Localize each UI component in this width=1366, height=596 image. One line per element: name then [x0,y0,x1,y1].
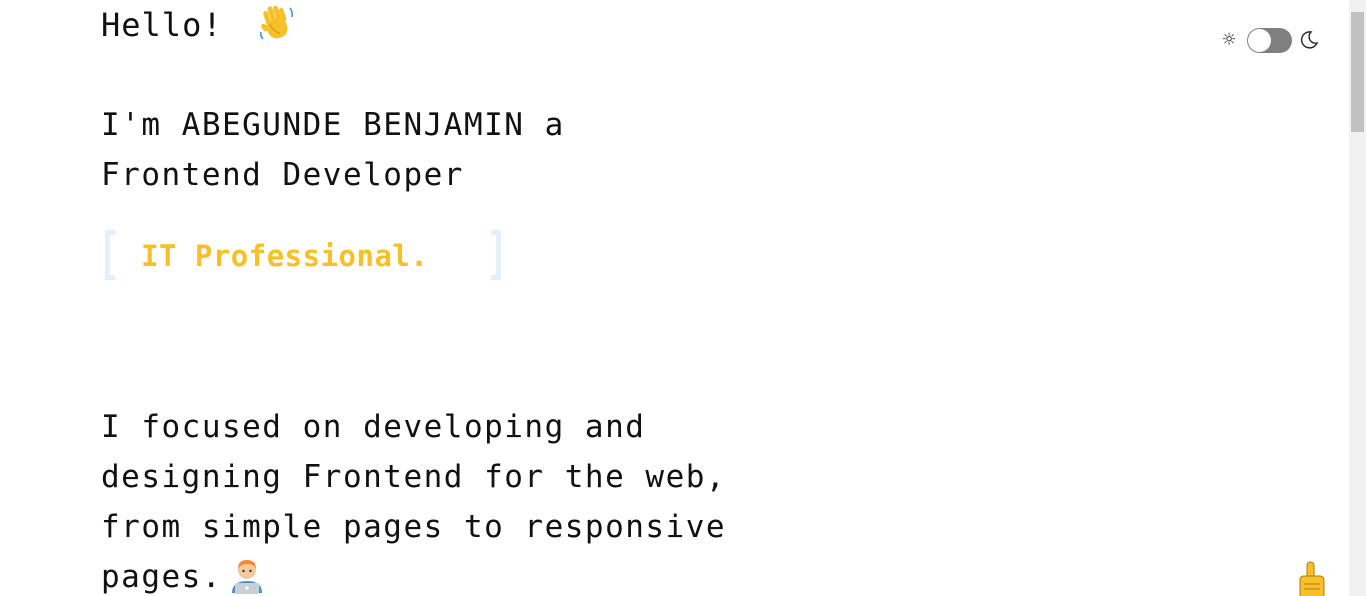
description-text: I focused on developing and designing Fr… [101,402,801,596]
greeting-text: Hello! [101,6,223,44]
waving-hand-icon [259,5,293,40]
typed-role-text: IT Professional. [141,239,429,273]
moon-icon [1300,31,1319,49]
right-bracket [491,230,501,280]
sun-icon: ☼ [1221,30,1237,50]
switch-knob [1248,28,1271,52]
theme-toggle[interactable]: ☼ [1219,27,1319,53]
theme-switch[interactable] [1247,27,1292,53]
typed-role-box: IT Professional. [105,230,501,282]
technologist-icon [231,560,262,594]
left-bracket [105,230,115,280]
pointing-up-icon[interactable] [1290,558,1334,596]
description-body: I focused on developing and designing Fr… [101,409,727,595]
greeting-heading: Hello! [101,2,297,47]
intro-text: I'm ABEGUNDE BENJAMIN a Frontend Develop… [101,107,565,193]
page-scrollbar[interactable] [1349,0,1366,596]
scrollbar-thumb[interactable] [1351,12,1364,132]
